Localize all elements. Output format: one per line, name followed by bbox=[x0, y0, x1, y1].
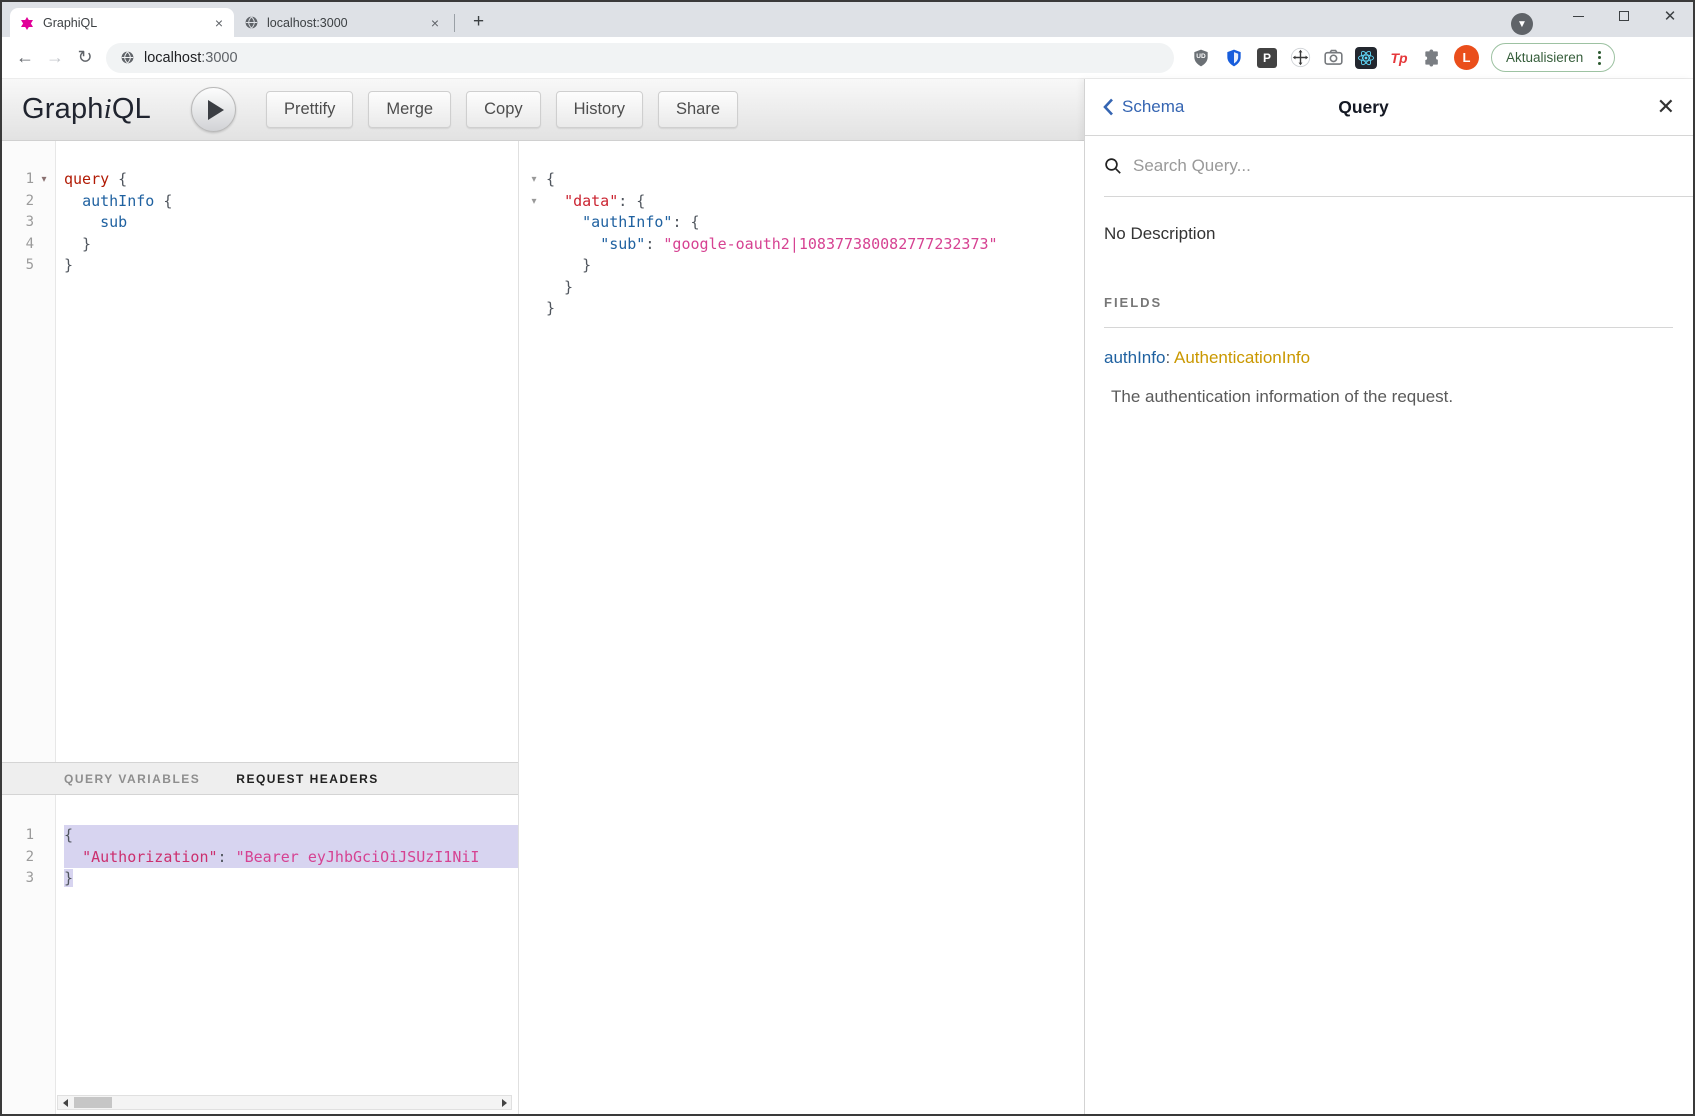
forward-icon[interactable]: → bbox=[40, 43, 70, 73]
bitwarden-shield-extension-icon[interactable] bbox=[1223, 47, 1245, 69]
globe-favicon-icon bbox=[244, 15, 259, 30]
history-button[interactable]: History bbox=[556, 91, 643, 128]
field-type-link[interactable]: AuthenticationInfo bbox=[1174, 348, 1310, 367]
fold-arrow-icon[interactable]: ▾ bbox=[34, 169, 54, 191]
fields-divider bbox=[1104, 327, 1673, 328]
p-extension-icon[interactable]: P bbox=[1256, 47, 1278, 69]
scrollbar-thumb[interactable] bbox=[74, 1097, 112, 1108]
editor-column: 1▾ 2 3 4 5 query { authInfo { sub } } bbox=[2, 141, 519, 1114]
update-button-label: Aktualisieren bbox=[1506, 50, 1583, 65]
query-editor[interactable]: 1▾ 2 3 4 5 query { authInfo { sub } } bbox=[2, 141, 518, 762]
new-tab-button[interactable]: + bbox=[467, 10, 490, 34]
window-controls: ✕ bbox=[1555, 2, 1693, 30]
doc-search-input[interactable] bbox=[1133, 156, 1533, 176]
field-description: The authentication information of the re… bbox=[1104, 387, 1673, 407]
copy-button[interactable]: Copy bbox=[466, 91, 541, 128]
doc-explorer-panel: Query Schema ✕ No Description FIELDS aut… bbox=[1084, 79, 1693, 1114]
back-icon[interactable]: ← bbox=[10, 43, 40, 73]
update-browser-button[interactable]: Aktualisieren bbox=[1491, 43, 1615, 72]
scroll-right-icon[interactable] bbox=[497, 1096, 511, 1109]
doc-close-icon[interactable]: ✕ bbox=[1657, 96, 1675, 118]
graphiql-topbar: GraphiQL Prettify Merge Copy History Sha… bbox=[2, 79, 1084, 141]
profile-avatar[interactable]: L bbox=[1454, 45, 1479, 70]
browser-toolbar: ← → ↻ localhost:3000 UD P bbox=[2, 37, 1693, 79]
tab-close-icon[interactable]: × bbox=[428, 15, 442, 31]
field-name-link[interactable]: authInfo bbox=[1104, 348, 1165, 367]
scrollbar-track[interactable] bbox=[72, 1096, 497, 1109]
headers-code[interactable]: { "Authorization": "Bearer eyJhbGciOiJSU… bbox=[56, 795, 518, 1114]
ud-shield-extension-icon[interactable]: UD bbox=[1190, 47, 1212, 69]
doc-search-box bbox=[1104, 136, 1693, 197]
fold-arrow-icon[interactable]: ▾ bbox=[526, 191, 542, 213]
reload-icon[interactable]: ↻ bbox=[70, 43, 100, 73]
graphiql-logo: GraphiQL bbox=[22, 93, 151, 126]
react-devtools-extension-icon[interactable] bbox=[1355, 47, 1377, 69]
browser-window: GraphiQL × localhost:3000 × + ▼ ✕ ← → ↻ … bbox=[0, 0, 1695, 1116]
merge-button[interactable]: Merge bbox=[368, 91, 451, 128]
result-json: { "data": { "authInfo": { "sub": "google… bbox=[546, 169, 1084, 320]
graphiql-toolbar-buttons: Prettify Merge Copy History Share bbox=[266, 91, 738, 128]
tab-query-variables[interactable]: QUERY VARIABLES bbox=[64, 772, 200, 786]
tab-title: localhost:3000 bbox=[267, 16, 428, 30]
share-button[interactable]: Share bbox=[658, 91, 738, 128]
tampermonkey-extension-icon[interactable]: Tp bbox=[1388, 47, 1410, 69]
tab-title: GraphiQL bbox=[43, 16, 212, 30]
site-globe-icon bbox=[120, 50, 135, 65]
doc-content: No Description FIELDS authInfo: Authenti… bbox=[1085, 197, 1693, 407]
field-row-authinfo: authInfo: AuthenticationInfo bbox=[1104, 348, 1673, 368]
result-fold-gutter: ▾ ▾ bbox=[526, 169, 542, 212]
extensions-puzzle-icon[interactable] bbox=[1421, 47, 1443, 69]
prettify-button[interactable]: Prettify bbox=[266, 91, 353, 128]
close-window-button[interactable]: ✕ bbox=[1647, 2, 1693, 30]
tab-close-icon[interactable]: × bbox=[212, 15, 226, 31]
doc-title: Query bbox=[1085, 97, 1642, 118]
doc-explorer-header: Query Schema ✕ bbox=[1085, 79, 1693, 136]
tab-localhost[interactable]: localhost:3000 × bbox=[234, 8, 450, 37]
execute-query-button[interactable] bbox=[191, 87, 236, 132]
fold-arrow-icon[interactable]: ▾ bbox=[526, 169, 542, 191]
minimize-button[interactable] bbox=[1555, 2, 1601, 30]
secondary-editor-titlebar: QUERY VARIABLES REQUEST HEADERS bbox=[2, 762, 518, 795]
type-description: No Description bbox=[1104, 224, 1673, 244]
query-editor-gutter: 1▾ 2 3 4 5 bbox=[2, 141, 56, 762]
tab-divider bbox=[454, 14, 455, 32]
url-text: localhost:3000 bbox=[144, 50, 238, 66]
extension-icons: UD P Tp L bbox=[1190, 45, 1479, 70]
query-code[interactable]: query { authInfo { sub } } bbox=[56, 141, 518, 762]
tab-request-headers[interactable]: REQUEST HEADERS bbox=[236, 772, 379, 786]
address-bar[interactable]: localhost:3000 bbox=[106, 43, 1174, 73]
tab-graphiql[interactable]: GraphiQL × bbox=[10, 8, 234, 37]
graphiql-favicon-icon bbox=[20, 15, 35, 30]
tab-strip: GraphiQL × localhost:3000 × + ▼ ✕ bbox=[2, 2, 1693, 37]
maximize-button[interactable] bbox=[1601, 2, 1647, 30]
headers-editor-gutter: 1 2 3 bbox=[2, 795, 56, 1114]
move-cross-extension-icon[interactable] bbox=[1289, 47, 1311, 69]
fields-heading: FIELDS bbox=[1104, 295, 1673, 310]
camera-extension-icon[interactable] bbox=[1322, 47, 1344, 69]
play-icon bbox=[208, 100, 224, 120]
browser-menu-kebab-icon[interactable] bbox=[1593, 47, 1606, 69]
result-pane: ▾ ▾ { "data": { "authInfo": { "sub": "go… bbox=[519, 141, 1084, 1114]
scroll-left-icon[interactable] bbox=[58, 1096, 72, 1109]
tab-search-chevron-icon[interactable]: ▼ bbox=[1511, 13, 1533, 35]
horizontal-scrollbar[interactable] bbox=[57, 1095, 512, 1110]
search-icon bbox=[1104, 157, 1122, 175]
request-headers-editor[interactable]: 1 2 3 { "Authorization": "Bearer eyJhbGc… bbox=[2, 795, 518, 1114]
